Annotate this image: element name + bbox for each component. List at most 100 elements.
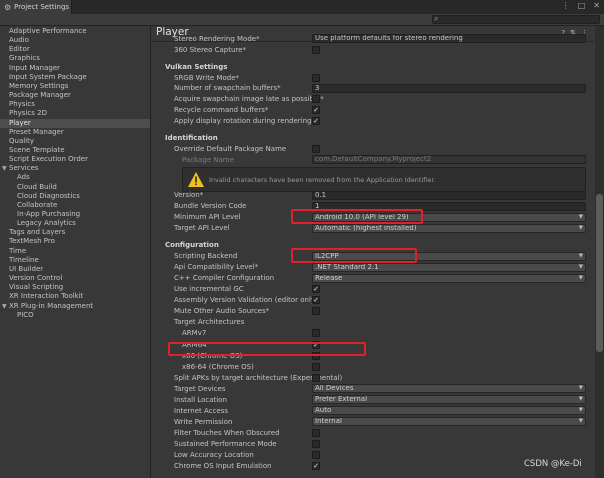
sidebar-item-memory-settings[interactable]: Memory Settings bbox=[0, 82, 150, 91]
chevron-down-icon: ▼ bbox=[578, 385, 583, 391]
split-apks-by-target-architecture-experimental-checkbox[interactable] bbox=[312, 373, 320, 382]
sidebar-item-in-app-purchasing[interactable]: In-App Purchasing bbox=[0, 210, 150, 219]
sustained-performance-mode-checkbox[interactable] bbox=[312, 439, 320, 448]
setting-row-target-architectures: Target Architectures bbox=[152, 317, 594, 328]
sidebar-item-label: Collaborate bbox=[17, 200, 58, 209]
setting-label: Install Location bbox=[174, 395, 227, 404]
setting-label: Sustained Performance Mode bbox=[174, 439, 277, 448]
setting-row-number-of-swapchain-buffers: Number of swapchain buffers* 3 bbox=[152, 83, 594, 94]
armv7-checkbox[interactable] bbox=[312, 329, 320, 337]
sidebar-item-ads[interactable]: Ads bbox=[0, 173, 150, 182]
x86-64-chrome-os-checkbox[interactable] bbox=[312, 362, 320, 371]
sidebar-item-cloud-build[interactable]: Cloud Build bbox=[0, 183, 150, 192]
package-name-field: com.DefaultCompany.Myproject2 bbox=[312, 155, 586, 164]
recycle-command-buffers-checkbox[interactable]: ✓ bbox=[312, 106, 320, 114]
scroll-thumb[interactable] bbox=[596, 194, 603, 352]
tab-title: Project Settings bbox=[14, 3, 70, 11]
sidebar-item-xr-interaction-toolkit[interactable]: XR Interaction Toolkit bbox=[0, 292, 150, 301]
more-options-icon[interactable]: ⋮ bbox=[562, 1, 570, 10]
write-permission-dropdown[interactable]: Internal ▼ bbox=[312, 417, 586, 426]
override-default-package-name-checkbox[interactable] bbox=[312, 144, 320, 153]
sidebar-item-tags-and-layers[interactable]: Tags and Layers bbox=[0, 228, 150, 237]
c-compiler-configuration-dropdown[interactable]: Release ▼ bbox=[312, 273, 586, 283]
setting-row-version: Version* 0.1 bbox=[152, 190, 594, 201]
setting-label: Recycle command buffers* bbox=[174, 106, 269, 114]
sidebar-item-label: XR Plug-in Management bbox=[9, 301, 94, 310]
setting-label: Api Compatibility Level* bbox=[174, 263, 259, 271]
sidebar-item-quality[interactable]: Quality bbox=[0, 137, 150, 146]
setting-label: Minimum API Level bbox=[174, 213, 241, 221]
use-incremental-gc-checkbox[interactable]: ✓ bbox=[312, 285, 320, 293]
setting-row-c-compiler-configuration: C++ Compiler Configuration Release ▼ bbox=[152, 273, 594, 284]
sidebar-item-label: Script Execution Order bbox=[9, 155, 88, 164]
setting-row-filter-touches-when-obscured: Filter Touches When Obscured bbox=[152, 427, 594, 438]
sidebar-item-physics[interactable]: Physics bbox=[0, 100, 150, 109]
sidebar-item-label: Scene Template bbox=[9, 145, 65, 154]
sidebar-item-player[interactable]: Player bbox=[0, 118, 150, 128]
filter-touches-when-obscured-checkbox[interactable] bbox=[312, 428, 320, 437]
360-stereo-capture-checkbox[interactable] bbox=[312, 45, 320, 54]
sidebar-item-script-execution-order[interactable]: Script Execution Order bbox=[0, 155, 150, 164]
sidebar-item-scene-template[interactable]: Scene Template bbox=[0, 146, 150, 155]
acquire-swapchain-image-late-as-possible-checkbox[interactable] bbox=[312, 95, 320, 103]
sidebar-item-time[interactable]: Time bbox=[0, 247, 150, 256]
setting-row-internet-access: Internet Access Auto ▼ bbox=[152, 405, 594, 416]
setting-label: Number of swapchain buffers* bbox=[174, 84, 281, 92]
sidebar-item-label: Package Manager bbox=[9, 91, 71, 100]
number-of-swapchain-buffers-field[interactable]: 3 bbox=[312, 83, 586, 93]
sidebar-item-services[interactable]: ▼ Services bbox=[0, 164, 150, 173]
chrome-os-input-emulation-checkbox[interactable]: ✓ bbox=[312, 461, 320, 470]
sidebar-item-audio[interactable]: Audio bbox=[0, 36, 150, 45]
scrollbar[interactable] bbox=[595, 26, 604, 478]
sidebar-item-version-control[interactable]: Version Control bbox=[0, 274, 150, 283]
sidebar-item-cloud-diagnostics[interactable]: Cloud Diagnostics bbox=[0, 192, 150, 201]
dropdown-value: .NET Standard 2.1 bbox=[315, 262, 379, 271]
setting-label: C++ Compiler Configuration bbox=[174, 274, 275, 282]
sidebar-item-textmesh-pro[interactable]: TextMesh Pro bbox=[0, 237, 150, 246]
sidebar-item-adaptive-performance[interactable]: Adaptive Performance bbox=[0, 27, 150, 36]
sidebar-item-ui-builder[interactable]: UI Builder bbox=[0, 265, 150, 274]
sidebar-item-package-manager[interactable]: Package Manager bbox=[0, 91, 150, 100]
version-field[interactable]: 0.1 bbox=[312, 190, 586, 200]
apply-display-rotation-during-rendering-checkbox[interactable]: ✓ bbox=[312, 117, 320, 125]
api-compatibility-level-dropdown[interactable]: .NET Standard 2.1 ▼ bbox=[312, 262, 586, 272]
expand-arrow-icon[interactable]: ▼ bbox=[2, 302, 9, 311]
sidebar-item-pico[interactable]: PICO bbox=[0, 311, 150, 320]
setting-row-package-name: Package Name com.DefaultCompany.Myproject… bbox=[152, 154, 594, 165]
sidebar-item-visual-scripting[interactable]: Visual Scripting bbox=[0, 283, 150, 292]
sidebar-item-physics-2d[interactable]: Physics 2D bbox=[0, 109, 150, 118]
internet-access-dropdown[interactable]: Auto ▼ bbox=[312, 406, 586, 415]
sidebar-item-label: Legacy Analytics bbox=[17, 219, 76, 228]
srgb-write-mode-checkbox[interactable] bbox=[312, 73, 320, 82]
chevron-down-icon: ▼ bbox=[578, 224, 583, 231]
setting-label: Package Name bbox=[182, 155, 234, 164]
sidebar-item-label: Cloud Diagnostics bbox=[17, 191, 80, 200]
sidebar-item-collaborate[interactable]: Collaborate bbox=[0, 201, 150, 210]
sidebar-item-legacy-analytics[interactable]: Legacy Analytics bbox=[0, 219, 150, 228]
stereo-rendering-mode-field[interactable]: Use platform defaults for stereo renderi… bbox=[312, 34, 586, 43]
search-row: ⌕ bbox=[0, 14, 604, 26]
maximize-icon[interactable]: □ bbox=[578, 1, 586, 10]
sidebar-item-label: Physics 2D bbox=[9, 109, 47, 118]
close-icon[interactable]: ✕ bbox=[593, 1, 600, 10]
setting-row-apply-display-rotation-during-rendering: Apply display rotation during rendering ✓ bbox=[152, 116, 594, 127]
sidebar-item-timeline[interactable]: Timeline bbox=[0, 256, 150, 265]
target-devices-dropdown[interactable]: All Devices ▼ bbox=[312, 384, 586, 393]
assembly-version-validation-editor-only-checkbox[interactable]: ✓ bbox=[312, 296, 320, 304]
sidebar-item-input-manager[interactable]: Input Manager bbox=[0, 64, 150, 73]
dropdown-value: Internal bbox=[315, 417, 342, 425]
install-location-dropdown[interactable]: Prefer External ▼ bbox=[312, 395, 586, 404]
expand-arrow-icon[interactable]: ▼ bbox=[2, 164, 9, 173]
sidebar-item-editor[interactable]: Editor bbox=[0, 45, 150, 54]
target-api-level-dropdown[interactable]: Automatic (highest installed) ▼ bbox=[312, 223, 586, 233]
mute-other-audio-sources-checkbox[interactable] bbox=[312, 307, 320, 315]
sidebar-item-preset-manager[interactable]: Preset Manager bbox=[0, 128, 150, 137]
setting-label: Override Default Package Name bbox=[174, 144, 287, 153]
chevron-down-icon: ▼ bbox=[578, 418, 583, 424]
low-accuracy-location-checkbox[interactable] bbox=[312, 450, 320, 459]
sidebar-item-xr-plug-in-management[interactable]: ▼ XR Plug-in Management bbox=[0, 302, 150, 311]
tab-project-settings[interactable]: ⚙ Project Settings bbox=[0, 0, 72, 14]
sidebar-item-input-system-package[interactable]: Input System Package bbox=[0, 73, 150, 82]
sidebar-item-graphics[interactable]: Graphics bbox=[0, 54, 150, 63]
search-input[interactable]: ⌕ bbox=[432, 14, 600, 24]
